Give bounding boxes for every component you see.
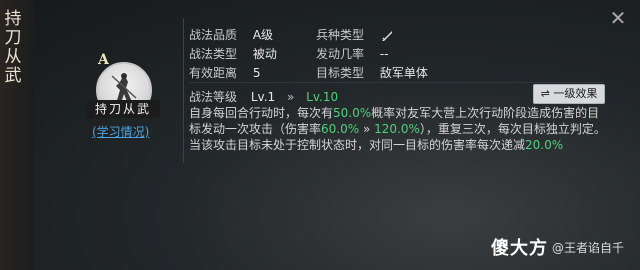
skill-portrait: A 持刀从武 (学习情况) [60, 22, 180, 242]
desc-text: 自身每回合行动时，每次有 [189, 106, 334, 120]
trigger-label: 发动几率 [316, 47, 365, 61]
level-from: Lv.1 [250, 90, 276, 104]
type-row: 战法类型 被动 [189, 45, 277, 62]
type-label: 战法类型 [189, 47, 238, 61]
target-row: 目标类型 敌军单体 [316, 64, 428, 81]
level-effect-button[interactable]: ⇌ 一级效果 [533, 84, 605, 104]
title-char: 武 [4, 66, 22, 86]
desc-percent: 50.0% [333, 106, 372, 120]
unit-type-label: 兵种类型 [316, 28, 365, 42]
quality-label: 战法品质 [189, 28, 238, 42]
study-status-link[interactable]: (学习情况) [92, 123, 149, 140]
watermark-account: @王者谄自千 [551, 240, 624, 255]
skill-level-row: 战法等级 Lv.1 » Lv.10 [189, 88, 338, 105]
target-label: 目标类型 [316, 66, 365, 80]
range-value: 5 [252, 66, 261, 80]
desc-percent: 120.0% [374, 122, 420, 136]
target-value: 敌军单体 [379, 66, 428, 80]
grade-badge: A [98, 52, 109, 68]
level-label: 战法等级 [189, 90, 238, 104]
unit-type-row: 兵种类型 [316, 26, 394, 43]
type-value: 被动 [252, 47, 277, 61]
quality-value: A级 [252, 28, 274, 42]
title-char: 持 [4, 9, 22, 29]
trigger-value: -- [379, 47, 389, 61]
section-divider [189, 82, 604, 83]
divider [183, 18, 184, 163]
desc-percent: 60.0% [321, 122, 360, 136]
trigger-row: 发动几率 -- [316, 45, 389, 62]
level-arrow: » [286, 90, 295, 104]
vertical-title: 持 刀 从 武 [2, 10, 24, 86]
watermark: 傻大方 @王者谄自千 [491, 234, 624, 260]
quality-row: 战法品质 A级 [189, 26, 273, 43]
level-to: Lv.10 [306, 90, 339, 104]
close-icon[interactable]: ✕ [608, 8, 628, 28]
desc-text: » [359, 122, 375, 136]
skill-description: 自身每回合行动时，每次有50.0%概率对友军大营上次行动阶段造成伤害的目标发动一… [189, 105, 609, 153]
title-char: 刀 [4, 28, 22, 48]
desc-percent: 20.0% [525, 138, 564, 152]
range-label: 有效距离 [189, 66, 238, 80]
skill-name: 持刀从武 [86, 100, 160, 118]
range-row: 有效距离 5 [189, 64, 260, 81]
watermark-logo: 傻大方 [490, 238, 548, 259]
sword-icon [380, 29, 394, 43]
title-char: 从 [4, 47, 22, 67]
